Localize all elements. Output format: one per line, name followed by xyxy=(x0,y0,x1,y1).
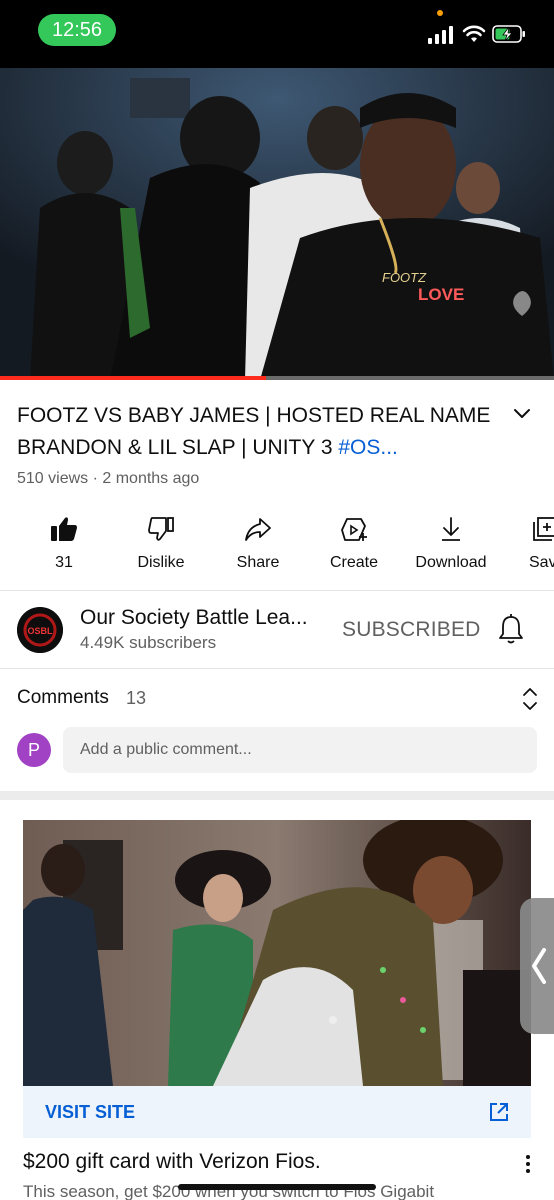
download-label: Download xyxy=(415,554,487,571)
action-row: 31 Dislike Share Create Download Sav xyxy=(0,508,554,584)
chevron-down-icon[interactable] xyxy=(512,404,532,424)
bell-icon[interactable] xyxy=(497,613,525,645)
dislike-button[interactable]: Dislike xyxy=(113,508,209,572)
thumbnail-shirt-text: FOOTZ xyxy=(382,270,427,285)
like-button[interactable]: 31 xyxy=(16,508,112,572)
status-bar: 12:56 xyxy=(0,0,554,68)
wifi-icon xyxy=(462,25,486,42)
save-playlist-icon xyxy=(533,517,554,541)
create-button[interactable]: Create xyxy=(306,508,402,572)
download-icon xyxy=(442,517,460,541)
thumbnail-logo-text: LOVE xyxy=(418,285,464,304)
thumbs-up-icon xyxy=(51,517,77,541)
comments-header[interactable]: Comments xyxy=(17,687,109,709)
video-title[interactable]: FOOTZ VS BABY JAMES | HOSTED REAL NAME B… xyxy=(17,400,497,464)
channel-avatar[interactable]: OSBL xyxy=(17,607,63,653)
ad-photo xyxy=(23,820,531,1086)
save-button[interactable]: Sav xyxy=(500,508,554,572)
divider xyxy=(0,668,554,669)
subscriber-count: 4.49K subscribers xyxy=(80,633,217,652)
share-icon xyxy=(245,518,271,541)
create-icon xyxy=(341,518,367,541)
visit-site-button[interactable]: VISIT SITE xyxy=(45,1102,135,1123)
create-label: Create xyxy=(329,554,379,571)
channel-name[interactable]: Our Society Battle Lea... xyxy=(80,606,308,630)
comments-count: 13 xyxy=(126,688,147,708)
privacy-indicator-dot xyxy=(437,10,443,16)
ad-image[interactable] xyxy=(23,820,531,1086)
side-panel-handle[interactable] xyxy=(520,898,554,1034)
thumbs-down-icon xyxy=(148,517,174,541)
dislike-label: Dislike xyxy=(137,554,185,571)
video-progress-bar[interactable] xyxy=(0,376,554,380)
save-label: Sav xyxy=(529,554,554,571)
comment-input[interactable]: Add a public comment... xyxy=(63,727,537,773)
subscribed-button[interactable]: SUBSCRIBED xyxy=(342,618,481,642)
video-title-text: FOOTZ VS BABY JAMES | HOSTED REAL NAME B… xyxy=(17,404,491,459)
section-separator xyxy=(0,791,554,800)
more-vert-icon[interactable] xyxy=(521,1152,535,1176)
external-link-icon[interactable] xyxy=(487,1100,511,1124)
expand-collapse-icon[interactable] xyxy=(520,686,540,712)
video-progress-fill xyxy=(0,376,266,380)
channel-logo-text: OSBL xyxy=(27,626,53,636)
battery-charging-icon xyxy=(492,25,525,43)
user-avatar: P xyxy=(17,733,51,767)
video-title-hashtag[interactable]: #OS... xyxy=(338,436,398,459)
download-button[interactable]: Download xyxy=(403,508,499,572)
video-meta: 510 views · 2 months ago xyxy=(17,470,200,487)
share-button[interactable]: Share xyxy=(210,508,306,572)
cellular-signal-icon xyxy=(428,26,453,44)
ad-title[interactable]: $200 gift card with Verizon Fios. xyxy=(23,1150,321,1174)
divider xyxy=(0,590,554,591)
video-player[interactable]: FOOTZ LOVE xyxy=(0,68,554,380)
home-indicator[interactable] xyxy=(178,1184,376,1190)
status-time: 12:56 xyxy=(38,14,116,46)
share-label: Share xyxy=(236,554,280,571)
video-thumbnail-image: FOOTZ LOVE xyxy=(0,68,554,380)
ad-cta-bar[interactable]: VISIT SITE xyxy=(23,1086,531,1138)
like-count: 31 xyxy=(55,554,73,571)
chevron-left-icon xyxy=(532,948,546,984)
channel-logo-image: OSBL xyxy=(17,607,63,653)
